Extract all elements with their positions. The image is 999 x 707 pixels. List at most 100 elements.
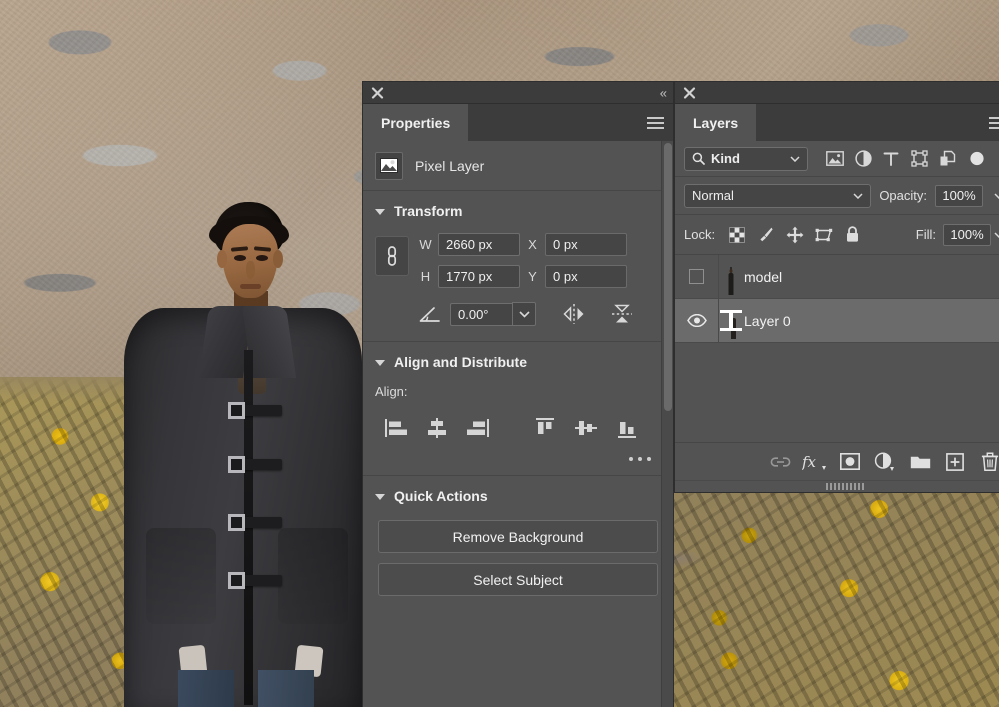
eye-icon[interactable] [675, 299, 719, 342]
flip-horizontal-icon[interactable] [561, 301, 587, 327]
new-layer-icon[interactable] [940, 449, 970, 475]
properties-scrollbar-thumb[interactable] [664, 143, 672, 411]
fill-label: Fill: [916, 227, 936, 242]
layer-name-label[interactable]: Layer 0 [744, 313, 791, 329]
height-label: H [419, 269, 432, 284]
mouth [240, 284, 261, 289]
layer-list: model [675, 255, 999, 442]
align-distribute-header[interactable]: Align and Distribute [363, 354, 673, 372]
lock-all-padlock-icon[interactable] [838, 222, 867, 248]
filter-smart-objects-icon[interactable] [933, 146, 961, 172]
width-label: W [419, 237, 432, 252]
rotation-angle-input[interactable] [450, 303, 512, 326]
width-input[interactable] [438, 233, 520, 256]
add-layer-mask-icon[interactable] [835, 449, 865, 475]
align-center-horizontal-icon[interactable] [416, 413, 457, 443]
panel-resize-handle[interactable] [675, 480, 999, 492]
layer-thumbnail-cell[interactable] [719, 312, 744, 330]
lock-image-pixels-brush-icon[interactable] [751, 222, 780, 248]
x-position-input[interactable] [545, 233, 627, 256]
coat-buckle-1 [228, 402, 280, 419]
filter-pixel-layers-icon[interactable] [821, 146, 849, 172]
search-icon [692, 152, 705, 165]
remove-background-button[interactable]: Remove Background [378, 520, 658, 553]
select-subject-button[interactable]: Select Subject [378, 563, 658, 596]
collapse-panel-icon[interactable]: « [660, 86, 666, 99]
flip-vertical-icon[interactable] [609, 301, 635, 327]
fill-input[interactable] [943, 224, 991, 246]
blend-mode-dropdown[interactable]: Normal [684, 184, 871, 208]
chevron-down-icon [375, 360, 385, 366]
quick-actions-header[interactable]: Quick Actions [363, 488, 673, 506]
y-label: Y [526, 269, 539, 284]
align-right-icon[interactable] [457, 413, 498, 443]
align-distribute-section: Align and Distribute Align: [363, 342, 673, 476]
model-subject [118, 198, 368, 707]
close-icon[interactable] [371, 86, 384, 99]
quick-actions-buttons: Remove Background Select Subject [363, 506, 673, 606]
close-icon[interactable] [683, 86, 696, 99]
hamburger-menu-icon[interactable] [647, 117, 664, 129]
transform-fields: W X H Y [363, 221, 673, 297]
ellipsis-icon[interactable] [629, 457, 651, 461]
align-distribute-title: Align and Distribute [394, 354, 527, 370]
new-adjustment-layer-icon[interactable] [870, 449, 900, 475]
table-row[interactable]: Layer 0 [675, 299, 999, 343]
fill-chevron-down-icon[interactable] [991, 232, 999, 238]
layer-styles-fx-icon[interactable]: fx [800, 449, 830, 475]
width-x-row: W X [419, 233, 661, 256]
layers-panel[interactable]: « Layers Kind [675, 82, 999, 492]
ear-left [217, 250, 227, 268]
tab-layers-label: Layers [693, 115, 738, 131]
x-label: X [526, 237, 539, 252]
layer-thumbnail-cell[interactable] [719, 268, 744, 286]
align-center-vertical-icon[interactable] [565, 413, 606, 443]
filter-toggle-icon[interactable] [961, 146, 989, 172]
layers-bottom-toolbar: fx [675, 442, 999, 480]
properties-panel[interactable]: « Properties Pixel Layer Transform [363, 82, 673, 707]
align-buttons-row [363, 399, 673, 443]
opacity-chevron-down-icon[interactable] [991, 193, 999, 199]
link-chain-icon[interactable] [375, 236, 409, 276]
chevron-down-icon[interactable] [512, 302, 536, 326]
hamburger-menu-icon[interactable] [989, 117, 999, 129]
chevron-down-icon [853, 193, 863, 199]
align-left-icon[interactable] [375, 413, 416, 443]
properties-scrollbar[interactable] [661, 141, 673, 707]
stone-wall-photo-thumbnail [730, 311, 732, 330]
height-y-row: H Y [419, 265, 661, 288]
filter-adjustment-layers-icon[interactable] [849, 146, 877, 172]
lock-position-move-arrows-icon[interactable] [780, 222, 809, 248]
transform-inputs: W X H Y [419, 233, 661, 297]
align-top-icon[interactable] [524, 413, 565, 443]
svg-text:fx: fx [802, 453, 817, 471]
lock-artboard-nesting-icon[interactable] [809, 222, 838, 248]
coat-buckle-2 [228, 456, 280, 473]
opacity-input[interactable] [935, 185, 983, 207]
chevron-down-icon [375, 209, 385, 215]
delete-layer-trash-icon[interactable] [975, 449, 999, 475]
height-input[interactable] [438, 265, 520, 288]
lock-transparent-pixels-icon[interactable] [722, 222, 751, 248]
filter-type-layers-icon[interactable] [877, 146, 905, 172]
properties-content: Pixel Layer Transform W [363, 141, 673, 707]
align-bottom-icon[interactable] [606, 413, 647, 443]
y-position-input[interactable] [545, 265, 627, 288]
table-row[interactable]: model [675, 255, 999, 299]
transform-section-header[interactable]: Transform [363, 203, 673, 221]
filter-kind-dropdown[interactable]: Kind [684, 147, 808, 171]
transform-title: Transform [394, 203, 462, 219]
new-group-folder-icon[interactable] [905, 449, 935, 475]
eye-hidden-icon[interactable] [675, 255, 719, 298]
link-layers-icon[interactable] [765, 449, 795, 475]
tab-properties[interactable]: Properties [363, 104, 468, 141]
filter-shape-layers-icon[interactable] [905, 146, 933, 172]
properties-title-bar: « [363, 82, 673, 104]
tab-layers[interactable]: Layers [675, 104, 756, 141]
coat-buckle-3 [228, 514, 280, 531]
align-label: Align: [363, 372, 673, 399]
layer-type-label: Pixel Layer [415, 158, 484, 174]
layer-type-header: Pixel Layer [363, 141, 673, 191]
resize-grip-icon [826, 483, 864, 490]
layer-name-label[interactable]: model [744, 269, 782, 285]
